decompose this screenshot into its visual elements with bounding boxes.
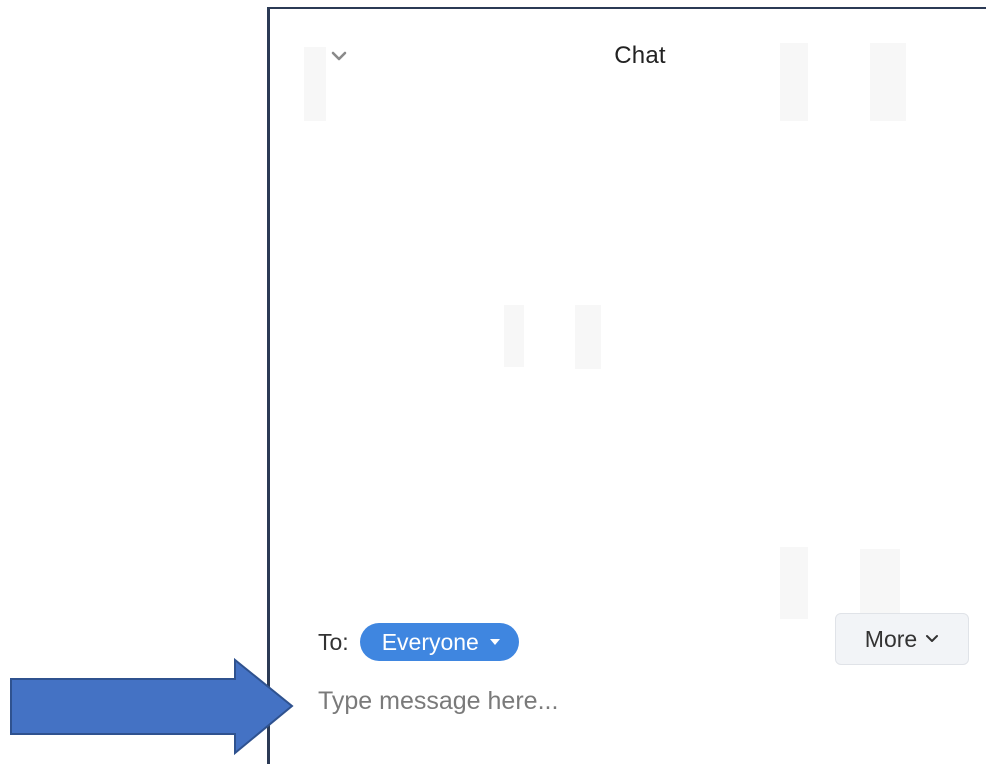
chat-title: Chat [614, 42, 666, 69]
recipient-label: Everyone [381, 628, 479, 655]
ghost-artifact [870, 43, 906, 121]
caret-down-icon [489, 638, 501, 646]
to-label: To: [318, 628, 349, 655]
screenshot-canvas: Chat To: Everyone More [0, 0, 986, 764]
ghost-artifact [780, 547, 808, 619]
more-button[interactable]: More [835, 613, 969, 665]
ghost-artifact [780, 43, 808, 121]
more-label: More [864, 625, 918, 652]
ghost-artifact [504, 305, 524, 367]
ghost-artifact [860, 549, 900, 617]
recipient-row: To: Everyone [318, 622, 519, 662]
ghost-artifact [304, 47, 326, 121]
chat-panel: Chat To: Everyone More [267, 7, 986, 764]
arrow-right-icon [10, 657, 294, 756]
chevron-down-icon [925, 634, 939, 644]
chevron-down-icon [331, 51, 347, 61]
collapse-chat-button[interactable] [326, 43, 352, 69]
ghost-artifact [575, 305, 601, 369]
recipient-dropdown[interactable]: Everyone [359, 623, 519, 661]
message-input[interactable] [318, 677, 958, 725]
